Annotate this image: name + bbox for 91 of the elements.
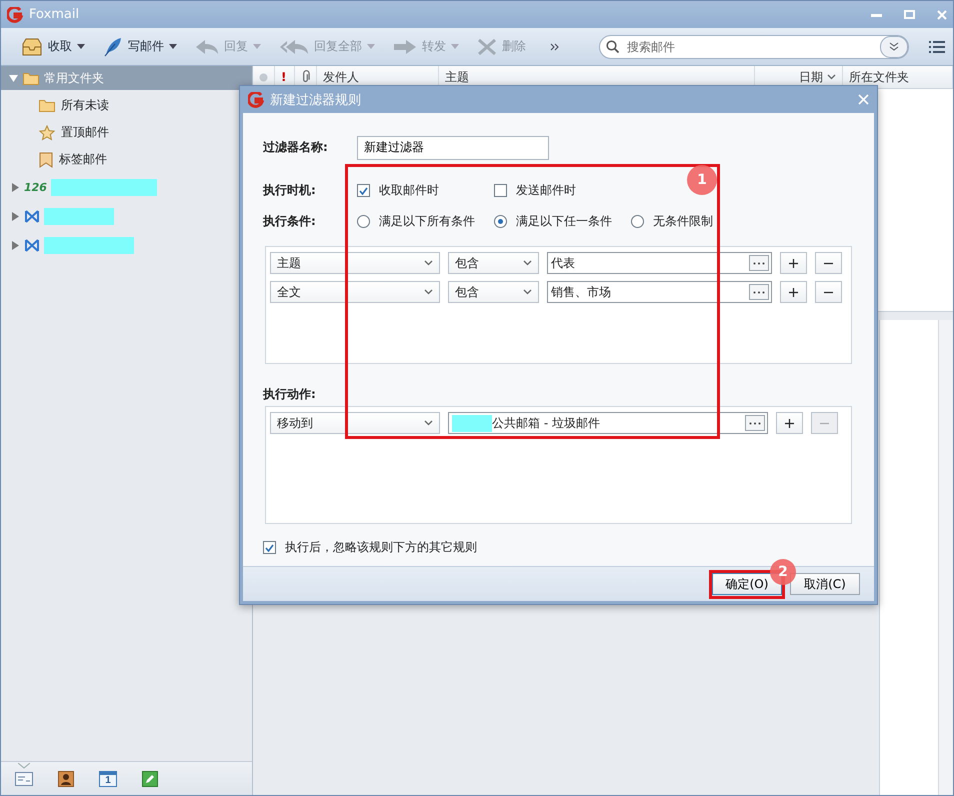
pencil-note-icon <box>142 770 158 786</box>
dialog-title: 新建过滤器规则 <box>270 92 362 108</box>
search-input[interactable]: 搜索邮件 <box>625 38 874 54</box>
folder-icon <box>39 99 55 112</box>
field-label: 执行条件: <box>263 213 317 230</box>
column-header[interactable]: 主题 <box>445 68 469 86</box>
exchange-icon <box>24 210 40 223</box>
collapse-arrow-icon[interactable] <box>11 241 20 250</box>
operator-select[interactable]: 包含 <box>448 252 539 274</box>
chevron-down-icon <box>523 289 532 295</box>
check-icon <box>265 544 274 552</box>
search-options-icon[interactable] <box>880 36 908 58</box>
logo-icon <box>7 6 23 22</box>
redaction-mark <box>44 208 114 225</box>
checkbox-option[interactable]: 执行后，忽略该规则下方的其它规则 <box>263 539 477 556</box>
chevron-down-icon <box>424 260 433 266</box>
field-select[interactable]: 主题 <box>270 252 440 274</box>
field-select[interactable]: 全文 <box>270 281 440 303</box>
plus-icon <box>789 288 798 296</box>
close-icon[interactable] <box>937 10 947 20</box>
search-bar[interactable]: 搜索邮件 <box>599 34 909 58</box>
field-label: 过滤器名称: <box>263 139 329 156</box>
field-label: 执行时机: <box>263 182 317 199</box>
column-header[interactable]: 所在文件夹 <box>849 68 909 86</box>
scrollbar[interactable] <box>938 320 953 795</box>
add-button[interactable] <box>780 252 807 274</box>
minimize-icon[interactable] <box>871 12 882 16</box>
inbox-tray-icon <box>21 38 43 56</box>
more-icon <box>749 422 761 424</box>
search-icon <box>606 40 619 53</box>
selection-pointer-icon <box>18 762 30 768</box>
maximize-icon[interactable] <box>904 10 915 19</box>
more-icon <box>753 290 765 294</box>
bookmark-icon <box>39 152 53 168</box>
folder-icon <box>23 72 39 84</box>
field-label: 执行动作: <box>263 386 317 402</box>
priority-header[interactable]: ! <box>281 70 286 84</box>
close-icon[interactable] <box>858 94 869 105</box>
chevron-down-icon <box>827 74 836 80</box>
plus-icon <box>785 418 794 428</box>
more-icon <box>753 262 765 264</box>
exchange-icon <box>24 239 40 252</box>
menu-icon[interactable] <box>929 40 945 52</box>
folder-item[interactable]: 置顶邮件 <box>1 119 252 146</box>
reply-arrow-icon <box>195 38 219 54</box>
nav-button[interactable]: 1 <box>99 762 117 786</box>
name-input[interactable]: 新建过滤器 <box>357 136 549 160</box>
checkbox-option[interactable]: 发送邮件时 <box>494 182 631 199</box>
collapse-arrow-icon[interactable] <box>11 212 20 221</box>
column-header[interactable]: 日期 <box>799 68 823 86</box>
chevron-down-icon <box>523 260 532 266</box>
reply-all-arrow-icon <box>279 38 309 54</box>
mail-icon <box>15 772 33 786</box>
forward-arrow-icon <box>393 38 417 54</box>
expand-arrow-icon[interactable] <box>9 74 18 82</box>
chevron-down-icon <box>424 289 433 295</box>
check-icon <box>359 186 368 194</box>
value-field[interactable]: 代表 <box>547 252 772 274</box>
calendar-icon: 1 <box>99 770 117 786</box>
add-button[interactable] <box>780 281 807 303</box>
radio-option[interactable]: 满足以下任一条件 <box>494 213 631 230</box>
column-header[interactable]: 发件人 <box>323 68 359 86</box>
browse-button[interactable] <box>745 415 765 431</box>
more-chevron-icon[interactable] <box>550 42 560 50</box>
chevron-down-icon <box>424 420 433 426</box>
status-dot-icon <box>259 72 268 82</box>
operator-select[interactable]: 包含 <box>448 281 539 303</box>
star-icon <box>39 124 55 140</box>
radio-option[interactable]: 满足以下所有条件 <box>357 213 494 230</box>
collapse-arrow-icon[interactable] <box>11 183 20 192</box>
toolbar-button[interactable]: 收取 <box>15 34 91 60</box>
paperclip-icon <box>301 70 310 84</box>
folder-item[interactable]: 标签邮件 <box>1 146 252 173</box>
toolbar-button[interactable]: 写邮件 <box>97 32 183 60</box>
action-select[interactable]: 移动到 <box>270 412 440 434</box>
dialog-button[interactable]: 取消(C) <box>790 573 860 595</box>
add-button[interactable] <box>776 412 803 434</box>
contacts-icon <box>58 770 74 786</box>
window-title: Foxmail <box>29 7 80 22</box>
radio-option[interactable]: 无条件限制 <box>631 213 768 230</box>
logo-icon <box>248 92 264 108</box>
browse-button[interactable] <box>749 284 769 300</box>
feather-icon <box>103 36 123 56</box>
browse-button[interactable] <box>749 255 769 271</box>
account-logo: 126 <box>24 181 47 194</box>
folder-item[interactable]: 所有未读 <box>1 92 252 119</box>
target-field[interactable]: 公共邮箱 - 垃圾邮件 <box>448 412 768 434</box>
checkbox-option[interactable]: 收取邮件时 <box>357 182 494 199</box>
value-field[interactable]: 销售、市场 <box>547 281 772 303</box>
delete-icon <box>477 38 497 56</box>
plus-icon <box>789 258 798 268</box>
